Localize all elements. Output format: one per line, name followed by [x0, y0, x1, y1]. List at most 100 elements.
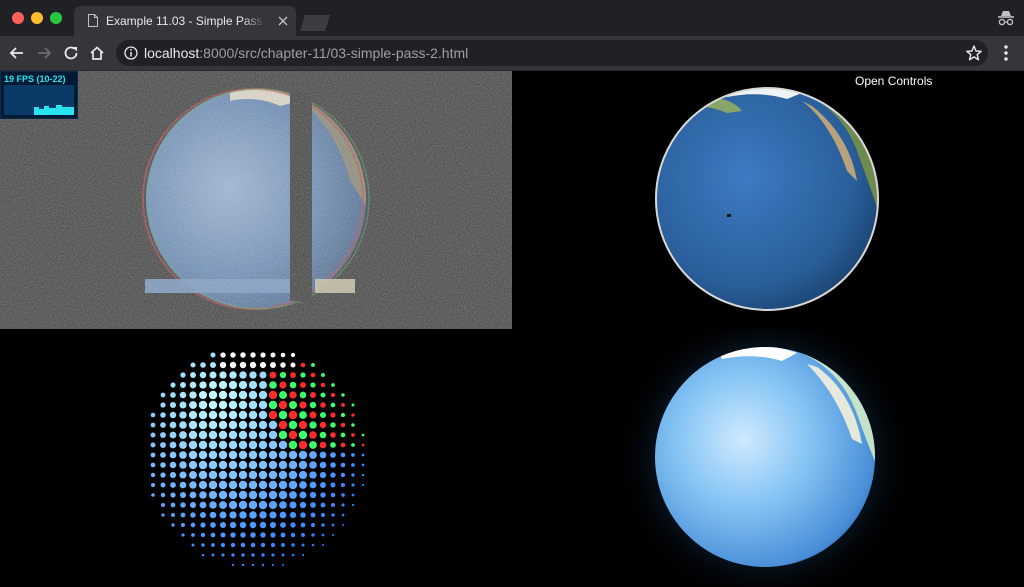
- halftone-dot: [150, 442, 156, 448]
- home-icon[interactable]: [88, 44, 106, 62]
- halftone-dot: [281, 563, 285, 567]
- halftone-dot: [169, 431, 177, 439]
- forward-arrow-icon[interactable]: [35, 44, 53, 62]
- halftone-dot: [330, 472, 336, 478]
- halftone-dot: [170, 392, 176, 398]
- halftone-dot: [198, 390, 208, 400]
- halftone-dot: [330, 392, 336, 398]
- halftone-dot: [320, 482, 326, 488]
- browser-tab-active[interactable]: Example 11.03 - Simple Pass Effects: [74, 6, 296, 36]
- halftone-dot: [179, 481, 187, 489]
- url-host: localhost: [144, 45, 200, 61]
- halftone-dot: [228, 400, 238, 410]
- halftone-dot: [170, 492, 176, 498]
- halftone-dot: [351, 483, 355, 487]
- new-tab-button[interactable]: [300, 15, 330, 31]
- halftone-dot: [188, 430, 198, 440]
- halftone-dot: [290, 522, 296, 528]
- fps-stats-panel[interactable]: 19 FPS (10-22): [0, 71, 78, 119]
- halftone-dot: [331, 523, 335, 527]
- halftone-dot: [209, 361, 217, 369]
- halftone-dot: [169, 441, 177, 449]
- halftone-dot: [189, 471, 197, 479]
- close-window-button[interactable]: [12, 12, 24, 24]
- effect-view-bloom: [512, 329, 1024, 587]
- halftone-dot: [220, 532, 226, 538]
- halftone-dot: [160, 472, 166, 478]
- halftone-dot: [179, 451, 187, 459]
- halftone-dot: [160, 432, 166, 438]
- halftone-dot: [198, 440, 208, 450]
- halftone-dot: [169, 421, 177, 429]
- halftone-dot: [260, 352, 266, 358]
- halftone-dot: [351, 403, 355, 407]
- halftone-dot: [218, 460, 228, 470]
- halftone-dot: [321, 373, 325, 377]
- halftone-dot: [340, 422, 346, 428]
- halftone-dot: [258, 410, 268, 420]
- halftone-dot: [248, 390, 258, 400]
- kebab-menu-icon[interactable]: [998, 44, 1014, 62]
- halftone-dot: [228, 410, 238, 420]
- maximize-window-button[interactable]: [50, 12, 62, 24]
- halftone-dot: [288, 440, 298, 450]
- halftone-dot: [170, 482, 176, 488]
- webgl-canvas[interactable]: 19 FPS (10-22) Open Controls: [0, 71, 1024, 587]
- halftone-dot: [341, 503, 345, 507]
- halftone-dot: [330, 492, 336, 498]
- halftone-dot: [250, 532, 256, 538]
- halftone-dot: [198, 470, 208, 480]
- halftone-dot: [340, 472, 346, 478]
- halftone-dot: [170, 502, 176, 508]
- halftone-dot: [309, 431, 317, 439]
- halftone-dot: [298, 430, 308, 440]
- halftone-dot: [289, 501, 297, 509]
- halftone-dot: [268, 500, 278, 510]
- halftone-dot: [161, 503, 165, 507]
- halftone-dot: [180, 522, 186, 528]
- halftone-dot: [218, 440, 228, 450]
- halftone-dot: [250, 352, 256, 358]
- halftone-dot: [259, 371, 267, 379]
- halftone-dot: [258, 450, 268, 460]
- halftone-dot: [218, 420, 228, 430]
- halftone-dot: [229, 511, 237, 519]
- halftone-dot: [298, 450, 308, 460]
- halftone-dot: [319, 441, 327, 449]
- close-icon[interactable]: [277, 15, 289, 27]
- halftone-dot: [209, 501, 217, 509]
- halftone-dot: [291, 543, 295, 547]
- info-icon[interactable]: [124, 46, 138, 60]
- halftone-dot: [288, 480, 298, 490]
- minimize-window-button[interactable]: [31, 12, 43, 24]
- halftone-dot: [228, 380, 238, 390]
- halftone-dot: [171, 523, 175, 527]
- halftone-dot: [268, 470, 278, 480]
- halftone-dot: [221, 553, 225, 557]
- plain-earth-render: [655, 87, 879, 311]
- incognito-icon[interactable]: [996, 9, 1016, 27]
- halftone-dot: [210, 532, 216, 538]
- halftone-dot: [228, 420, 238, 430]
- halftone-dot: [331, 533, 335, 537]
- halftone-dot: [248, 450, 258, 460]
- halftone-dot: [300, 382, 306, 388]
- back-arrow-icon[interactable]: [8, 44, 26, 62]
- halftone-dot: [209, 511, 217, 519]
- url-text[interactable]: localhost:8000/src/chapter-11/03-simple-…: [144, 45, 468, 61]
- reload-icon[interactable]: [62, 44, 80, 62]
- halftone-dot: [179, 391, 187, 399]
- star-icon[interactable]: [965, 44, 983, 62]
- halftone-dot: [219, 361, 227, 369]
- halftone-dot: [258, 430, 268, 440]
- address-bar[interactable]: localhost:8000/src/chapter-11/03-simple-…: [116, 40, 988, 66]
- open-controls-button[interactable]: Open Controls: [855, 74, 932, 88]
- halftone-dot: [228, 450, 238, 460]
- halftone-dot: [160, 422, 166, 428]
- halftone-dot: [198, 430, 208, 440]
- bloom-earth-render: [615, 329, 915, 587]
- halftone-dot: [160, 392, 166, 398]
- halftone-dot: [200, 522, 206, 528]
- browser-title-bar: Example 11.03 - Simple Pass Effects: [0, 0, 1024, 36]
- halftone-dot: [321, 543, 325, 547]
